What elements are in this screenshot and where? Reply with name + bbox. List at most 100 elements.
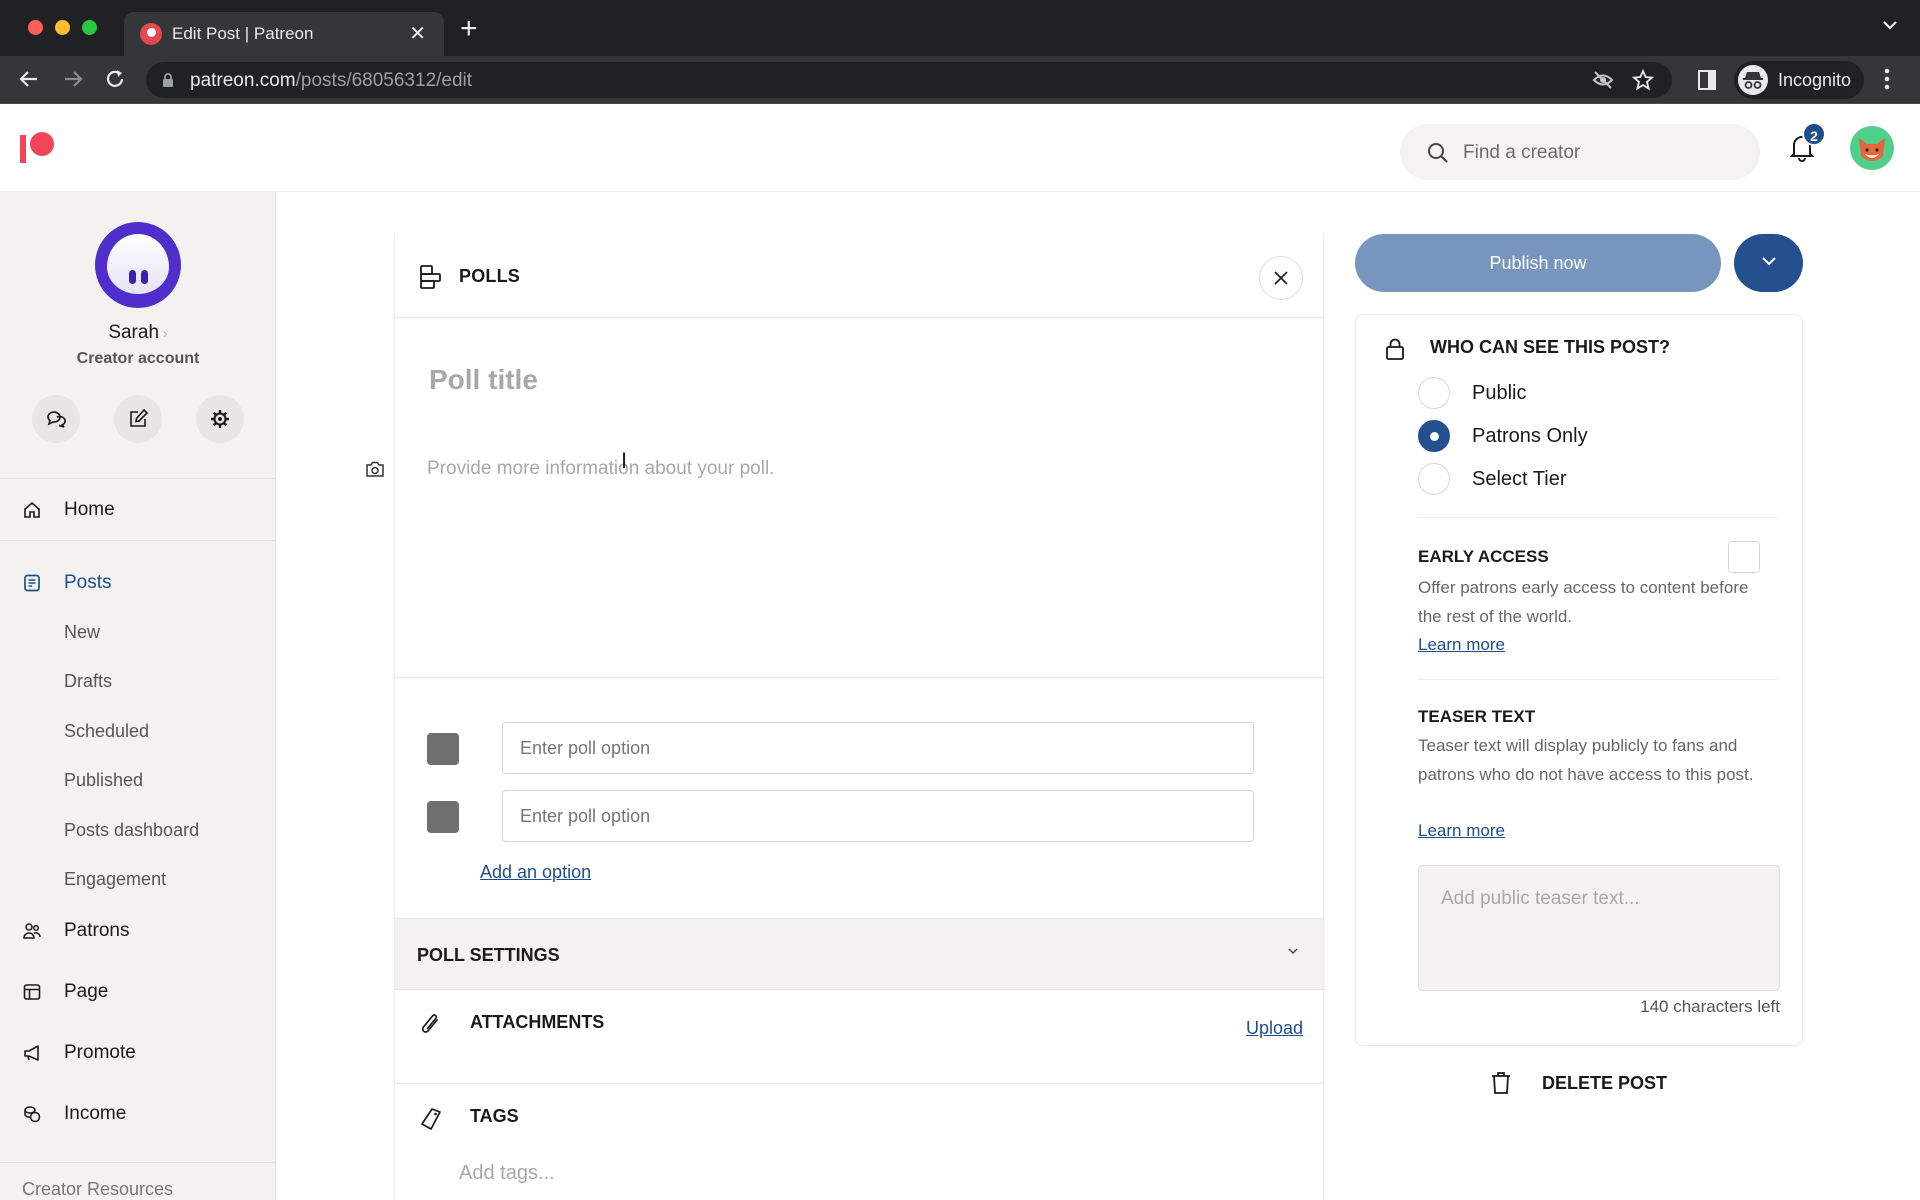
early-access-title: EARLY ACCESS bbox=[1418, 547, 1549, 566]
creator-avatar[interactable] bbox=[95, 222, 181, 308]
account-type: Creator account bbox=[76, 350, 200, 367]
poll-option-color-swatch bbox=[427, 733, 459, 765]
gear-icon bbox=[211, 410, 229, 428]
browser-toolbar: patreon.com/posts/68056312/edit Incognit… bbox=[0, 56, 1920, 104]
poll-option-input[interactable] bbox=[502, 722, 1254, 774]
creator-resources-link[interactable]: Creator Resources bbox=[22, 1179, 173, 1200]
back-arrow-icon[interactable] bbox=[18, 68, 40, 90]
early-access-description: Offer patrons early access to content be… bbox=[1418, 578, 1749, 626]
side-panel-icon[interactable] bbox=[1698, 70, 1716, 90]
messages-button[interactable] bbox=[32, 395, 80, 443]
patreon-logo[interactable] bbox=[20, 132, 56, 164]
polls-section-header: POLLS bbox=[395, 234, 1325, 318]
edit-icon bbox=[130, 408, 149, 427]
publish-now-button[interactable]: Publish now bbox=[1355, 234, 1721, 292]
close-icon bbox=[1274, 271, 1288, 285]
radio-button[interactable] bbox=[1418, 377, 1450, 409]
early-access-checkbox[interactable] bbox=[1728, 541, 1760, 573]
sidebar-item-home[interactable]: Home bbox=[22, 495, 115, 525]
sidebar-item-income[interactable]: Income bbox=[22, 1099, 126, 1129]
poll-icon bbox=[419, 264, 443, 290]
visibility-title: WHO CAN SEE THIS POST? bbox=[1430, 337, 1671, 357]
create-post-button[interactable] bbox=[114, 395, 162, 443]
sidebar-subitem-posts-dashboard[interactable]: Posts dashboard bbox=[64, 820, 199, 841]
browser-tab-bar: Edit Post | Patreon ✕ + bbox=[0, 0, 1920, 56]
url-text: patreon.com/posts/68056312/edit bbox=[190, 70, 473, 91]
tags-input[interactable]: Add tags... bbox=[459, 1162, 555, 1185]
notifications-count-badge: 2 bbox=[1802, 122, 1826, 146]
sidebar-item-posts[interactable]: Posts bbox=[22, 568, 112, 598]
sidebar-item-page[interactable]: Page bbox=[22, 977, 108, 1007]
teaser-learn-more-link[interactable]: Learn more bbox=[1418, 821, 1505, 841]
posts-icon bbox=[24, 574, 40, 592]
bookmark-star-icon[interactable] bbox=[1632, 69, 1654, 91]
tracking-protection-eye-off-icon[interactable] bbox=[1592, 70, 1614, 90]
text-cursor-icon: I bbox=[621, 448, 628, 473]
radio-button[interactable] bbox=[1418, 463, 1450, 495]
sidebar: Sarah › Creator account Home Posts New Dr… bbox=[0, 192, 276, 1200]
window-close-button[interactable] bbox=[28, 20, 43, 35]
poll-settings-label: POLL SETTINGS bbox=[417, 945, 560, 965]
teaser-text-title: TEASER TEXT bbox=[1418, 707, 1536, 726]
poll-settings-toggle[interactable]: POLL SETTINGS bbox=[395, 918, 1325, 990]
patreon-favicon-icon bbox=[140, 23, 162, 45]
tab-close-icon[interactable]: ✕ bbox=[409, 21, 426, 46]
poll-title-input[interactable]: Poll title bbox=[429, 364, 538, 396]
radio-button-selected[interactable] bbox=[1418, 420, 1450, 452]
browser-menu-icon[interactable] bbox=[1884, 68, 1890, 90]
reload-icon[interactable] bbox=[104, 68, 126, 90]
delete-post-button[interactable]: DELETE POST bbox=[1490, 1070, 1667, 1096]
attachments-label: ATTACHMENTS bbox=[470, 1012, 605, 1032]
visibility-option-public[interactable]: Public bbox=[1418, 377, 1526, 409]
settings-button[interactable] bbox=[196, 395, 244, 443]
sidebar-subitem-drafts[interactable]: Drafts bbox=[64, 671, 112, 692]
user-avatar[interactable] bbox=[1850, 126, 1894, 170]
trash-icon bbox=[1492, 1072, 1510, 1094]
divider bbox=[0, 540, 276, 541]
close-poll-button[interactable] bbox=[1259, 256, 1303, 300]
sidebar-subitem-scheduled[interactable]: Scheduled bbox=[64, 721, 149, 742]
attachments-section: ATTACHMENTS Upload bbox=[395, 990, 1325, 1084]
megaphone-icon bbox=[24, 1045, 39, 1061]
poll-option-input[interactable] bbox=[502, 790, 1254, 842]
tab-list-chevron-icon[interactable] bbox=[1882, 20, 1898, 30]
visibility-option-select-tier[interactable]: Select Tier bbox=[1418, 463, 1566, 495]
teaser-text-input[interactable]: Add public teaser text... bbox=[1418, 865, 1780, 991]
creator-name[interactable]: Sarah › bbox=[0, 322, 276, 344]
camera-icon[interactable] bbox=[365, 460, 385, 478]
search-placeholder: Find a creator bbox=[1463, 142, 1581, 163]
publish-options-button[interactable] bbox=[1734, 234, 1803, 292]
tab-title: Edit Post | Patreon bbox=[172, 24, 314, 43]
sidebar-subitem-engagement[interactable]: Engagement bbox=[64, 869, 166, 890]
chevron-down-icon bbox=[1761, 257, 1776, 266]
post-settings-card: WHO CAN SEE THIS POST? Public Patrons On… bbox=[1355, 314, 1803, 1046]
incognito-icon bbox=[1738, 65, 1768, 95]
sidebar-item-patrons[interactable]: Patrons bbox=[22, 916, 129, 946]
window-minimize-button[interactable] bbox=[55, 20, 70, 35]
window-maximize-button[interactable] bbox=[82, 20, 97, 35]
new-tab-icon[interactable]: + bbox=[460, 14, 478, 44]
tag-icon bbox=[419, 1106, 443, 1132]
sidebar-subitem-published[interactable]: Published bbox=[64, 770, 143, 791]
divider bbox=[0, 1162, 276, 1163]
early-access-learn-more-link[interactable]: Learn more bbox=[1418, 635, 1505, 655]
visibility-option-patrons-only[interactable]: Patrons Only bbox=[1418, 420, 1588, 452]
find-creator-search[interactable]: Find a creator bbox=[1400, 124, 1760, 180]
poll-description-input[interactable]: Provide more information about your poll… bbox=[427, 458, 774, 480]
forward-arrow-icon[interactable] bbox=[62, 68, 84, 90]
ghost-avatar-icon bbox=[107, 234, 169, 294]
browser-tab[interactable]: Edit Post | Patreon ✕ bbox=[124, 12, 444, 56]
lock-icon bbox=[1384, 337, 1406, 361]
address-bar[interactable]: patreon.com/posts/68056312/edit bbox=[146, 62, 1672, 98]
add-option-link[interactable]: Add an option bbox=[480, 862, 591, 883]
sidebar-item-promote[interactable]: Promote bbox=[22, 1038, 136, 1068]
lock-icon bbox=[162, 73, 174, 88]
divider bbox=[395, 677, 1325, 678]
paperclip-icon bbox=[419, 1012, 443, 1038]
sidebar-subitem-new[interactable]: New bbox=[64, 622, 100, 643]
divider bbox=[1418, 679, 1778, 680]
teaser-text-description: Teaser text will display publicly to fan… bbox=[1418, 736, 1754, 784]
polls-label: POLLS bbox=[459, 266, 521, 286]
upload-link[interactable]: Upload bbox=[1246, 1018, 1303, 1039]
incognito-profile-button[interactable]: Incognito bbox=[1734, 61, 1864, 99]
